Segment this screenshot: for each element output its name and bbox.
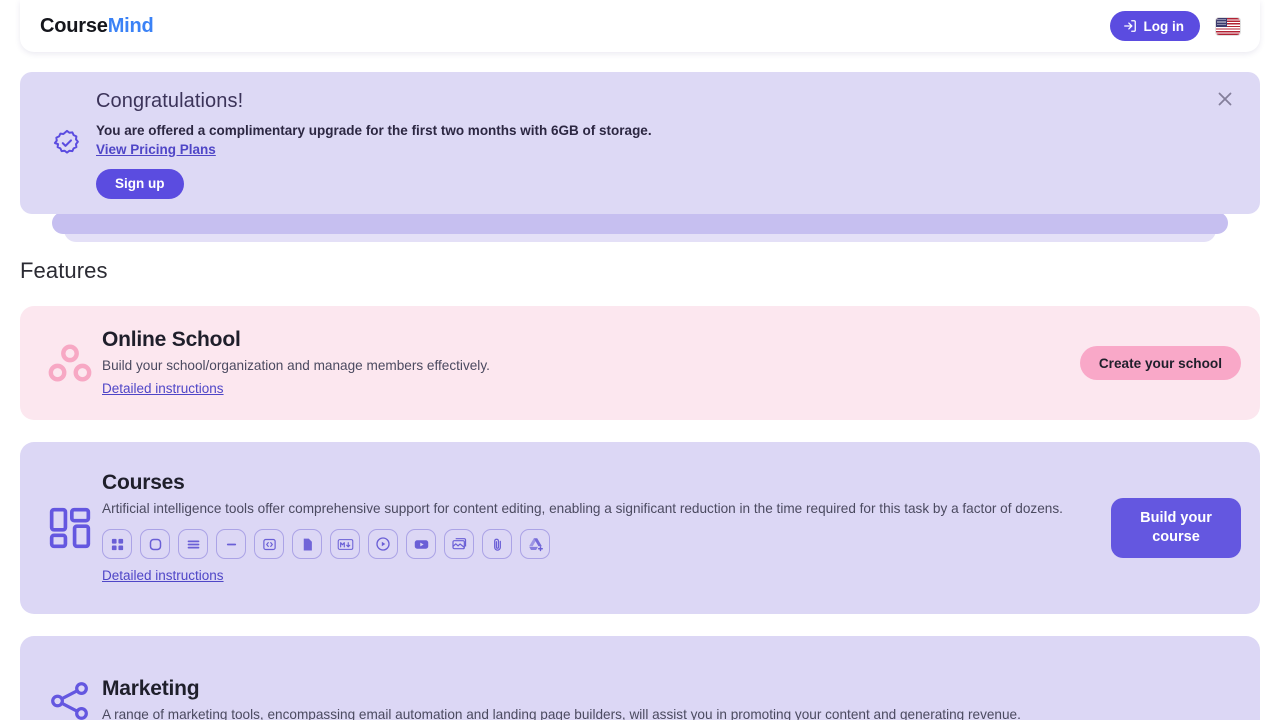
feature-card-body: Online School Build your school/organiza… xyxy=(102,328,1080,397)
create-your-school-button[interactable]: Create your school xyxy=(1079,346,1241,380)
feature-card-online-school[interactable]: Online School Build your school/organiza… xyxy=(20,306,1260,420)
feature-cta-wrapper: Build your course xyxy=(1111,497,1241,559)
feature-description: A range of marketing tools, encompassing… xyxy=(102,707,1021,720)
divider-line-icon[interactable] xyxy=(216,529,246,560)
us-flag-icon[interactable] xyxy=(1216,17,1240,35)
promo-description: You are offered a complimentary upgrade … xyxy=(96,122,652,138)
feature-description: Artificial intelligence tools offer comp… xyxy=(102,500,1063,516)
login-button[interactable]: Log in xyxy=(1109,11,1200,41)
three-circles-group-icon xyxy=(38,340,102,386)
paperclip-attachment-icon[interactable] xyxy=(482,529,512,560)
features-section-title: Features xyxy=(20,258,108,283)
app-header: CourseMind Log in xyxy=(20,0,1260,52)
build-your-course-button[interactable]: Build your course xyxy=(1111,497,1241,559)
code-brackets-icon[interactable] xyxy=(254,529,284,560)
share-network-icon xyxy=(38,678,102,720)
google-drive-add-icon[interactable] xyxy=(520,529,550,560)
header-actions: Log in xyxy=(1109,11,1240,41)
close-icon[interactable] xyxy=(1214,88,1236,110)
login-button-label: Log in xyxy=(1143,18,1185,34)
verified-badge-icon xyxy=(52,128,82,158)
slides-image-icon[interactable] xyxy=(444,529,474,560)
feature-description: Build your school/organization and manag… xyxy=(102,358,490,374)
promo-stack-layer-2 xyxy=(52,212,1228,234)
grid-blocks-icon[interactable] xyxy=(102,529,132,560)
feature-card-marketing[interactable]: Marketing A range of marketing tools, en… xyxy=(20,636,1260,720)
promo-title: Congratulations! xyxy=(96,89,244,112)
detailed-instructions-link[interactable]: Detailed instructions xyxy=(102,381,224,396)
markdown-icon[interactable] xyxy=(330,529,360,560)
feature-title: Marketing xyxy=(102,677,200,701)
detailed-instructions-link[interactable]: Detailed instructions xyxy=(102,568,224,583)
rounded-square-icon[interactable] xyxy=(140,529,170,560)
feature-card-body: Marketing A range of marketing tools, en… xyxy=(102,677,1260,720)
dashboard-grid-icon xyxy=(38,506,102,550)
logo-text-primary: Course xyxy=(40,14,108,37)
document-icon[interactable] xyxy=(292,529,322,560)
promo-banner: Congratulations! You are offered a compl… xyxy=(20,72,1260,214)
feature-title: Online School xyxy=(102,328,241,352)
page-root: CourseMind Log in Congratulations! You a… xyxy=(0,0,1280,720)
promo-banner-stack: Congratulations! You are offered a compl… xyxy=(20,72,1260,242)
youtube-icon[interactable] xyxy=(406,529,436,560)
view-pricing-plans-link[interactable]: View Pricing Plans xyxy=(96,142,216,157)
feature-cta-wrapper: Create your school xyxy=(1079,346,1241,380)
play-circle-icon[interactable] xyxy=(368,529,398,560)
signup-button[interactable]: Sign up xyxy=(96,168,184,199)
text-lines-icon[interactable] xyxy=(178,529,208,560)
feature-title: Courses xyxy=(102,470,185,494)
logo-text-accent: Mind xyxy=(107,14,154,37)
login-arrow-icon xyxy=(1123,19,1137,33)
feature-card-body: Courses Artificial intelligence tools of… xyxy=(102,471,1111,585)
brand-logo[interactable]: CourseMind xyxy=(40,15,154,38)
feature-card-courses[interactable]: Courses Artificial intelligence tools of… xyxy=(20,442,1260,614)
course-tools-toolbar xyxy=(102,529,1095,560)
